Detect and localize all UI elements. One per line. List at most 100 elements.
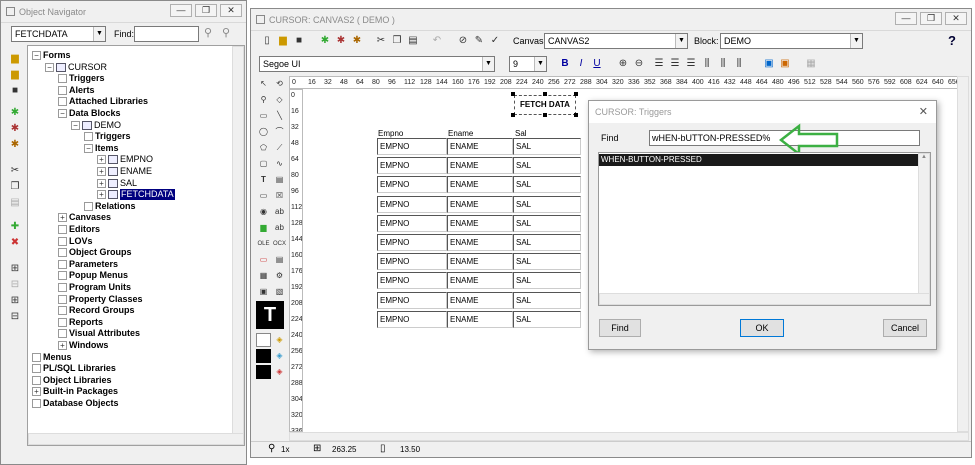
- table-cell[interactable]: EMPNO: [377, 195, 447, 213]
- chevron-down-icon[interactable]: ▼: [534, 57, 546, 71]
- table-cell[interactable]: SAL: [513, 214, 581, 232]
- polygon-tool-icon[interactable]: ⬠: [256, 141, 271, 155]
- table-cell[interactable]: ENAME: [447, 195, 513, 213]
- tree-node[interactable]: − Items: [84, 143, 119, 154]
- find-next-icon[interactable]: ⚲: [204, 26, 212, 39]
- table-cell[interactable]: EMPNO: [377, 157, 447, 175]
- align-top-icon[interactable]: ⫼: [699, 56, 715, 72]
- pencil-icon[interactable]: ✎: [471, 33, 487, 49]
- bean-tool-icon[interactable]: ⚙: [272, 269, 287, 283]
- reshape-tool-icon[interactable]: ◇: [272, 93, 287, 107]
- font-size-select[interactable]: 9 ▼: [509, 56, 547, 72]
- table-cell[interactable]: ENAME: [447, 214, 513, 232]
- help-icon[interactable]: ?: [948, 33, 956, 48]
- run-icon[interactable]: ✱: [317, 33, 333, 49]
- tree-node[interactable]: Record Groups: [58, 305, 135, 316]
- expand-icon[interactable]: +: [97, 190, 106, 200]
- expand-all-icon[interactable]: ⊞: [7, 293, 23, 309]
- rounded-rect-tool-icon[interactable]: ▢: [256, 157, 271, 171]
- table-cell[interactable]: SAL: [513, 195, 581, 213]
- tree-node[interactable]: + Built-in Packages: [32, 386, 118, 397]
- collapse-icon[interactable]: ⊟: [7, 277, 23, 293]
- frame-tool-icon[interactable]: ▤: [272, 173, 287, 187]
- tree-node[interactable]: Popup Menus: [58, 270, 128, 281]
- undo-icon[interactable]: ↶: [429, 33, 445, 49]
- tree-node[interactable]: Property Classes: [58, 294, 143, 305]
- paste-icon[interactable]: ▤: [405, 33, 421, 49]
- expand-icon[interactable]: +: [97, 167, 106, 176]
- display-tool-icon[interactable]: ab: [272, 221, 287, 235]
- activex-tool-icon[interactable]: OCX: [272, 237, 287, 251]
- table-cell[interactable]: EMPNO: [377, 176, 447, 194]
- fill-color-icon[interactable]: ◈: [272, 333, 287, 347]
- table-cell[interactable]: SAL: [513, 291, 581, 309]
- run-icon[interactable]: ✱: [7, 105, 23, 121]
- table-cell[interactable]: EMPNO: [377, 138, 447, 155]
- tree-node[interactable]: + SAL: [97, 178, 137, 189]
- table-cell[interactable]: SAL: [513, 157, 581, 175]
- text-color-swatch[interactable]: [256, 365, 271, 379]
- magnify-tool-icon[interactable]: ⚲: [256, 93, 271, 107]
- table-cell[interactable]: SAL: [513, 272, 581, 290]
- tree-node[interactable]: − CURSOR: [45, 62, 107, 73]
- compile-icon[interactable]: ✱: [333, 33, 349, 49]
- table-cell[interactable]: EMPNO: [377, 234, 447, 251]
- canvas-select[interactable]: CANVAS2 ▼: [544, 33, 688, 49]
- dialog-cancel-button[interactable]: Cancel: [883, 319, 927, 337]
- expand-icon[interactable]: +: [58, 213, 67, 223]
- table-cell[interactable]: SAL: [513, 138, 581, 155]
- canvas-horizontal-scrollbar[interactable]: [289, 432, 969, 441]
- italic-button[interactable]: I: [573, 56, 589, 72]
- collapse-icon[interactable]: −: [32, 51, 41, 60]
- align-right-icon[interactable]: ☰: [683, 56, 699, 72]
- bold-button[interactable]: B: [557, 56, 573, 72]
- tree-node[interactable]: Triggers: [84, 131, 131, 142]
- trigger-list[interactable]: WHEN-BUTTON-PRESSED ▲: [598, 152, 931, 306]
- find-prev-icon[interactable]: ⚲: [222, 26, 230, 39]
- paste-icon[interactable]: ▤: [7, 195, 23, 211]
- line-tool-icon[interactable]: ╲: [272, 109, 287, 123]
- tab-tool-icon[interactable]: ▣: [256, 285, 271, 299]
- tree-vertical-scrollbar[interactable]: [232, 46, 244, 445]
- cut-icon[interactable]: ✂: [7, 163, 23, 179]
- checkbox-tool-icon[interactable]: ☒: [272, 189, 287, 203]
- expand-icon[interactable]: +: [58, 341, 67, 350]
- zoom-out-icon[interactable]: ⊖: [631, 56, 647, 72]
- tree-node[interactable]: Visual Attributes: [58, 328, 140, 339]
- save-icon[interactable]: ■: [291, 33, 307, 49]
- table-cell[interactable]: SAL: [513, 310, 581, 328]
- underline-button[interactable]: U: [589, 56, 605, 72]
- chevron-down-icon[interactable]: ▼: [93, 27, 105, 41]
- text-tool-icon[interactable]: T: [256, 173, 271, 187]
- open-icon[interactable]: ▆: [275, 33, 291, 49]
- text-preview-icon[interactable]: T: [256, 301, 284, 329]
- tree-node[interactable]: + ENAME: [97, 166, 152, 177]
- align-center-icon[interactable]: ☰: [667, 56, 683, 72]
- debug-icon[interactable]: ✱: [349, 33, 365, 49]
- tree-node[interactable]: Database Objects: [32, 398, 119, 409]
- tree-node[interactable]: Object Groups: [58, 247, 132, 258]
- arc-tool-icon[interactable]: ⌒: [272, 125, 287, 139]
- tree-node[interactable]: PL/SQL Libraries: [32, 363, 116, 374]
- rectangle-tool-icon[interactable]: ▭: [256, 109, 271, 123]
- debug-icon[interactable]: ✱: [7, 137, 23, 153]
- tree-node[interactable]: Relations: [84, 201, 136, 212]
- copy-icon[interactable]: ❐: [389, 33, 405, 49]
- align-left-icon[interactable]: ☰: [651, 56, 667, 72]
- table-cell[interactable]: ENAME: [447, 310, 513, 328]
- minimize-icon[interactable]: —: [170, 4, 192, 17]
- open-folder-icon[interactable]: ▆: [7, 51, 23, 67]
- tree-node[interactable]: Triggers: [58, 73, 105, 84]
- button-tool-icon[interactable]: ▭: [256, 189, 271, 203]
- tree-node[interactable]: Alerts: [58, 85, 95, 96]
- table-cell[interactable]: EMPNO: [377, 272, 447, 290]
- minimize-icon[interactable]: —: [895, 12, 917, 25]
- tree-node[interactable]: Object Libraries: [32, 375, 112, 386]
- align-bottom-icon[interactable]: ⫼: [731, 56, 747, 72]
- check-icon[interactable]: ✓: [487, 33, 503, 49]
- tree-node[interactable]: + Windows: [58, 340, 108, 351]
- property-icon[interactable]: ⊘: [455, 33, 471, 49]
- table-cell[interactable]: ENAME: [447, 291, 513, 309]
- restore-icon[interactable]: ❐: [195, 4, 217, 17]
- copy-icon[interactable]: ❐: [7, 179, 23, 195]
